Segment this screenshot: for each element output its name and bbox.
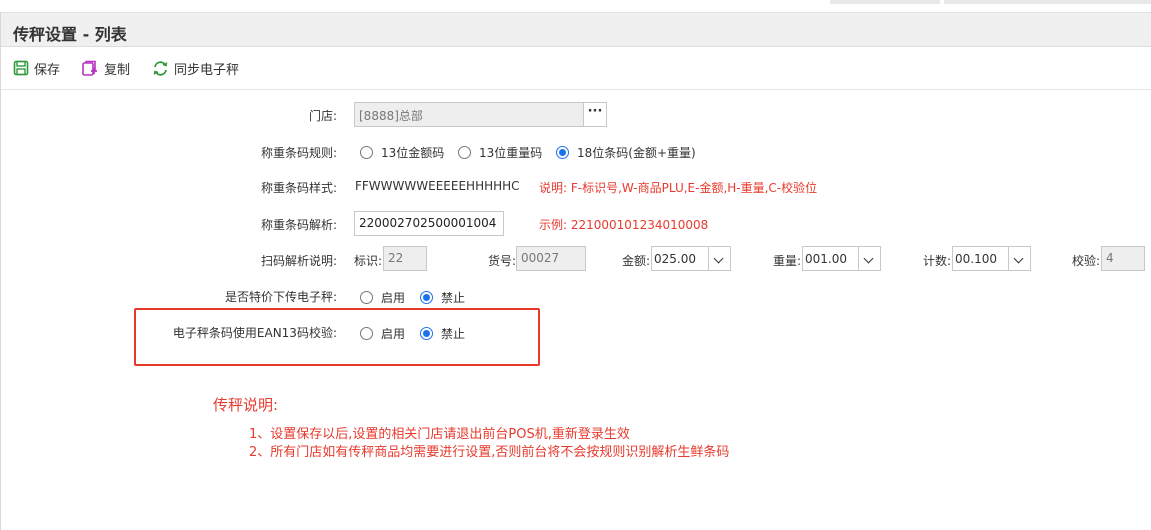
browser-tab-strip	[0, 0, 1151, 12]
rule-option-18: 18位条码(金额+重量)	[577, 146, 696, 160]
parse-value: 220002702500001004	[359, 216, 497, 230]
ean13-label: 电子秤条码使用EAN13码校验:	[172, 326, 337, 340]
title-bar: 传秤设置 - 列表	[1, 12, 1151, 47]
save-button[interactable]: 保存	[13, 58, 60, 78]
special-disable-text: 禁止	[441, 291, 466, 305]
rule-radio-13-amount[interactable]	[360, 146, 373, 159]
count-label: 计数:	[923, 254, 952, 268]
special-enable-text: 启用	[381, 291, 406, 305]
ean13-enable-text: 启用	[381, 327, 406, 341]
copy-label: 复制	[104, 62, 131, 78]
sync-scale-button[interactable]: 同步电子秤	[152, 58, 239, 78]
save-icon	[13, 60, 29, 76]
rule-radio-18[interactable]	[556, 146, 569, 159]
browser-tab[interactable]	[944, 0, 1151, 4]
chevron-down-icon	[708, 247, 730, 270]
notes-line-1: 1、设置保存以后,设置的相关门店请退出前台POS机,重新登录生效	[249, 427, 630, 442]
chevron-down-icon	[858, 247, 880, 270]
flag-value: 22	[388, 251, 404, 265]
ean13-enable-radio[interactable]	[360, 327, 373, 340]
ean13-disable-radio[interactable]	[420, 327, 433, 340]
style-note: 说明: F-标识号,W-商品PLU,E-金额,H-重量,C-校验位	[539, 181, 818, 195]
store-value: [8888]总部	[359, 109, 423, 123]
parse-label: 称重条码解析:	[260, 218, 337, 232]
parse-example: 示例: 221000101234010008	[539, 218, 709, 232]
notes-title: 传秤说明:	[213, 396, 279, 414]
count-value: 00.100	[955, 252, 997, 266]
rule-label: 称重条码规则:	[260, 146, 337, 160]
copy-button[interactable]: 复制	[81, 58, 130, 78]
notes-line-2: 2、所有门店如有传秤商品均需要进行设置,否则前台将不会按规则识别解析生鲜条码	[249, 445, 730, 460]
store-picker-button[interactable]: ···	[583, 102, 607, 127]
flag-label: 标识:	[354, 254, 383, 268]
browser-tab[interactable]	[830, 0, 940, 4]
count-select[interactable]: 00.100	[952, 246, 1031, 271]
amount-value: 025.00	[654, 252, 696, 266]
rule-option-13-weight: 13位重量码	[479, 146, 543, 160]
sync-label: 同步电子秤	[174, 62, 240, 78]
toolbar: 保存 复制 同步电子秤	[1, 48, 1151, 90]
check-label: 校验:	[1072, 254, 1101, 268]
page-title: 传秤设置 - 列表	[13, 25, 127, 44]
ean13-disable-text: 禁止	[441, 327, 466, 341]
weight-value: 001.00	[805, 252, 847, 266]
special-label: 是否特价下传电子秤:	[224, 290, 337, 304]
page-frame: 传秤设置 - 列表 保存 复制 同步电子秤 门店: [8888]总部 ··· 称…	[0, 12, 1151, 530]
parse-input[interactable]: 220002702500001004	[354, 211, 504, 236]
weight-label: 重量:	[773, 254, 802, 268]
weight-select[interactable]: 001.00	[802, 246, 881, 271]
style-label: 称重条码样式:	[260, 181, 337, 195]
special-disable-radio[interactable]	[420, 291, 433, 304]
special-enable-radio[interactable]	[360, 291, 373, 304]
store-label: 门店:	[308, 109, 337, 123]
save-label: 保存	[34, 62, 61, 78]
rule-radio-13-weight[interactable]	[458, 146, 471, 159]
sku-field: 00027	[516, 246, 586, 271]
copy-icon	[82, 60, 97, 76]
check-value: 4	[1106, 251, 1114, 265]
amount-label: 金额:	[622, 254, 651, 268]
amount-select[interactable]: 025.00	[651, 246, 731, 271]
chevron-down-icon	[1008, 247, 1030, 270]
style-value: FFWWWWWEEEEEHHHHHC	[355, 179, 520, 193]
sku-label: 货号:	[488, 254, 517, 268]
sku-value: 00027	[521, 251, 560, 265]
sync-icon	[153, 60, 168, 76]
flag-field: 22	[383, 246, 427, 271]
check-field: 4	[1101, 246, 1145, 271]
rule-option-13-amount: 13位金额码	[381, 146, 445, 160]
store-field[interactable]: [8888]总部	[354, 102, 584, 127]
scan-label: 扫码解析说明:	[260, 254, 337, 268]
